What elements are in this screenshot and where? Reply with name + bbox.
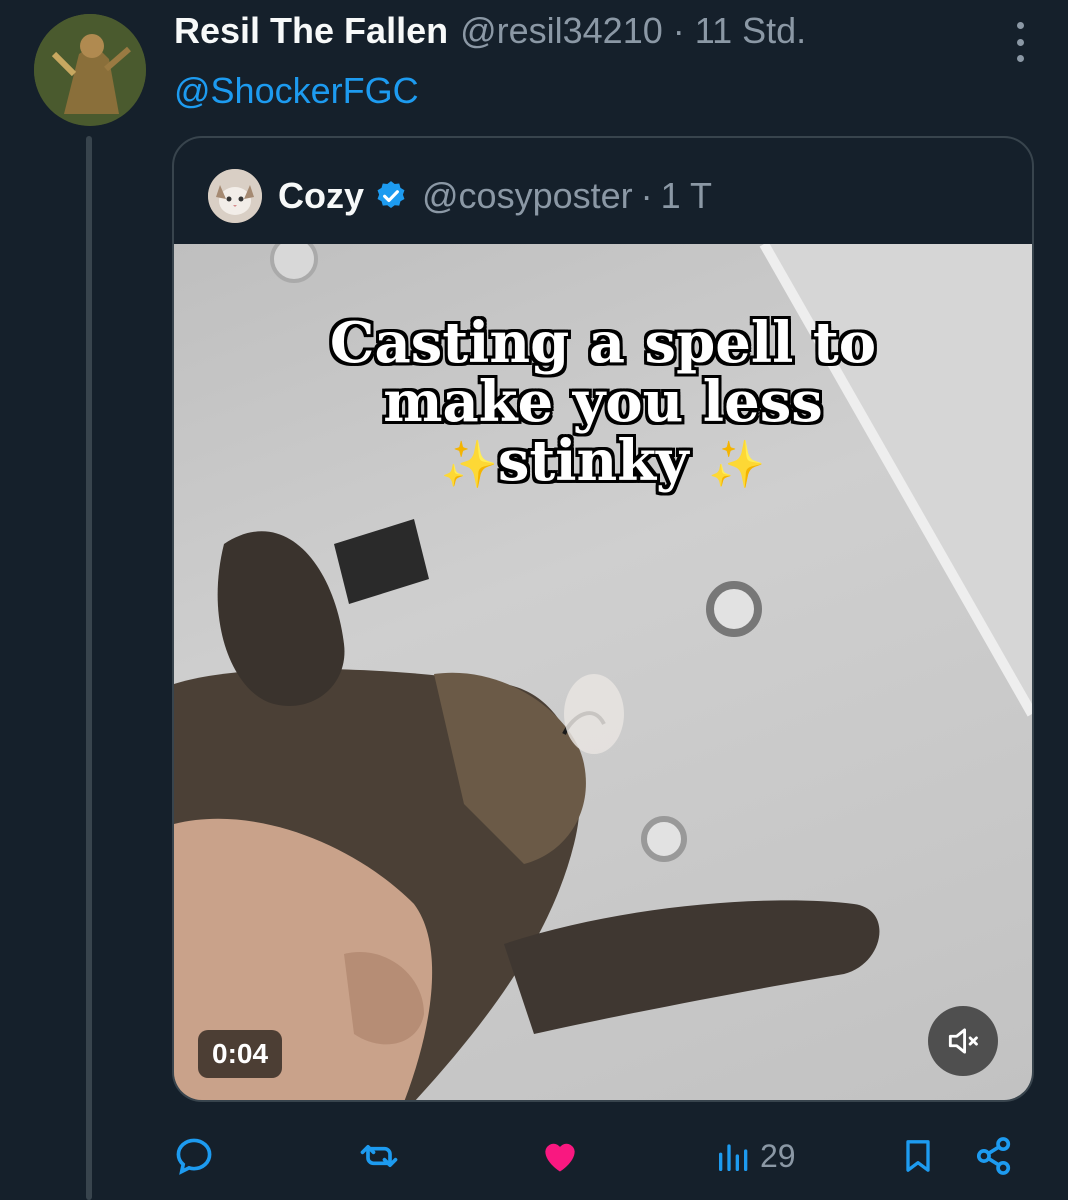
retweet-icon[interactable] [356,1128,402,1184]
bookmark-icon[interactable] [898,1128,938,1184]
action-bar: 29 [172,1128,1034,1184]
avatar-image [34,14,146,126]
quoted-separator-dot: · [640,175,653,216]
quoted-time[interactable]: 1 T [661,175,712,217]
video-player[interactable]: Casting a spell to make you less ✨stinky… [174,244,1032,1100]
views-button[interactable]: 29 [714,1128,796,1184]
speaker-muted-glyph [948,1028,978,1054]
quoted-tweet[interactable]: Cozy @cosyposter · 1 T Casting a spell t… [172,136,1034,1102]
share-icon[interactable] [972,1128,1016,1184]
caption-line-3: ✨stinky ✨ [440,427,766,494]
like-icon[interactable] [538,1128,582,1184]
quoted-avatar-image [208,169,262,223]
thread-line [86,136,92,1200]
author-display-name[interactable]: Resil The Fallen [174,10,448,52]
sparkle-right-icon: ✨ [708,436,766,491]
tweet-header: Resil The Fallen @resil34210 · 11 Std. [174,10,806,60]
quoted-display-name[interactable]: Cozy [278,175,364,217]
views-count: 29 [760,1137,796,1174]
avatar[interactable] [34,14,146,126]
separator-dot: · [672,10,685,51]
mute-icon[interactable] [928,1006,998,1076]
post-time[interactable]: 11 Std. [695,10,806,52]
reply-icon[interactable] [172,1128,216,1184]
caption-line-2: make you less [383,368,823,435]
verified-badge-icon [377,181,405,209]
tweet: Resil The Fallen @resil34210 · 11 Std. @… [0,0,1068,1200]
sparkle-left-icon: ✨ [440,436,498,491]
reply-mention-link[interactable]: @ShockerFGC [174,70,419,112]
more-icon[interactable] [1012,22,1028,62]
quoted-header: Cozy @cosyposter · 1 T [208,168,712,224]
video-duration: 0:04 [198,1030,283,1078]
views-icon [719,1144,748,1171]
quoted-avatar[interactable] [208,169,262,223]
quoted-handle[interactable]: @cosyposter [422,175,633,217]
caption-line-1: Casting a spell to [329,310,877,376]
video-caption: Casting a spell to make you less ✨stinky… [174,314,1032,490]
author-handle[interactable]: @resil34210 [460,10,663,52]
